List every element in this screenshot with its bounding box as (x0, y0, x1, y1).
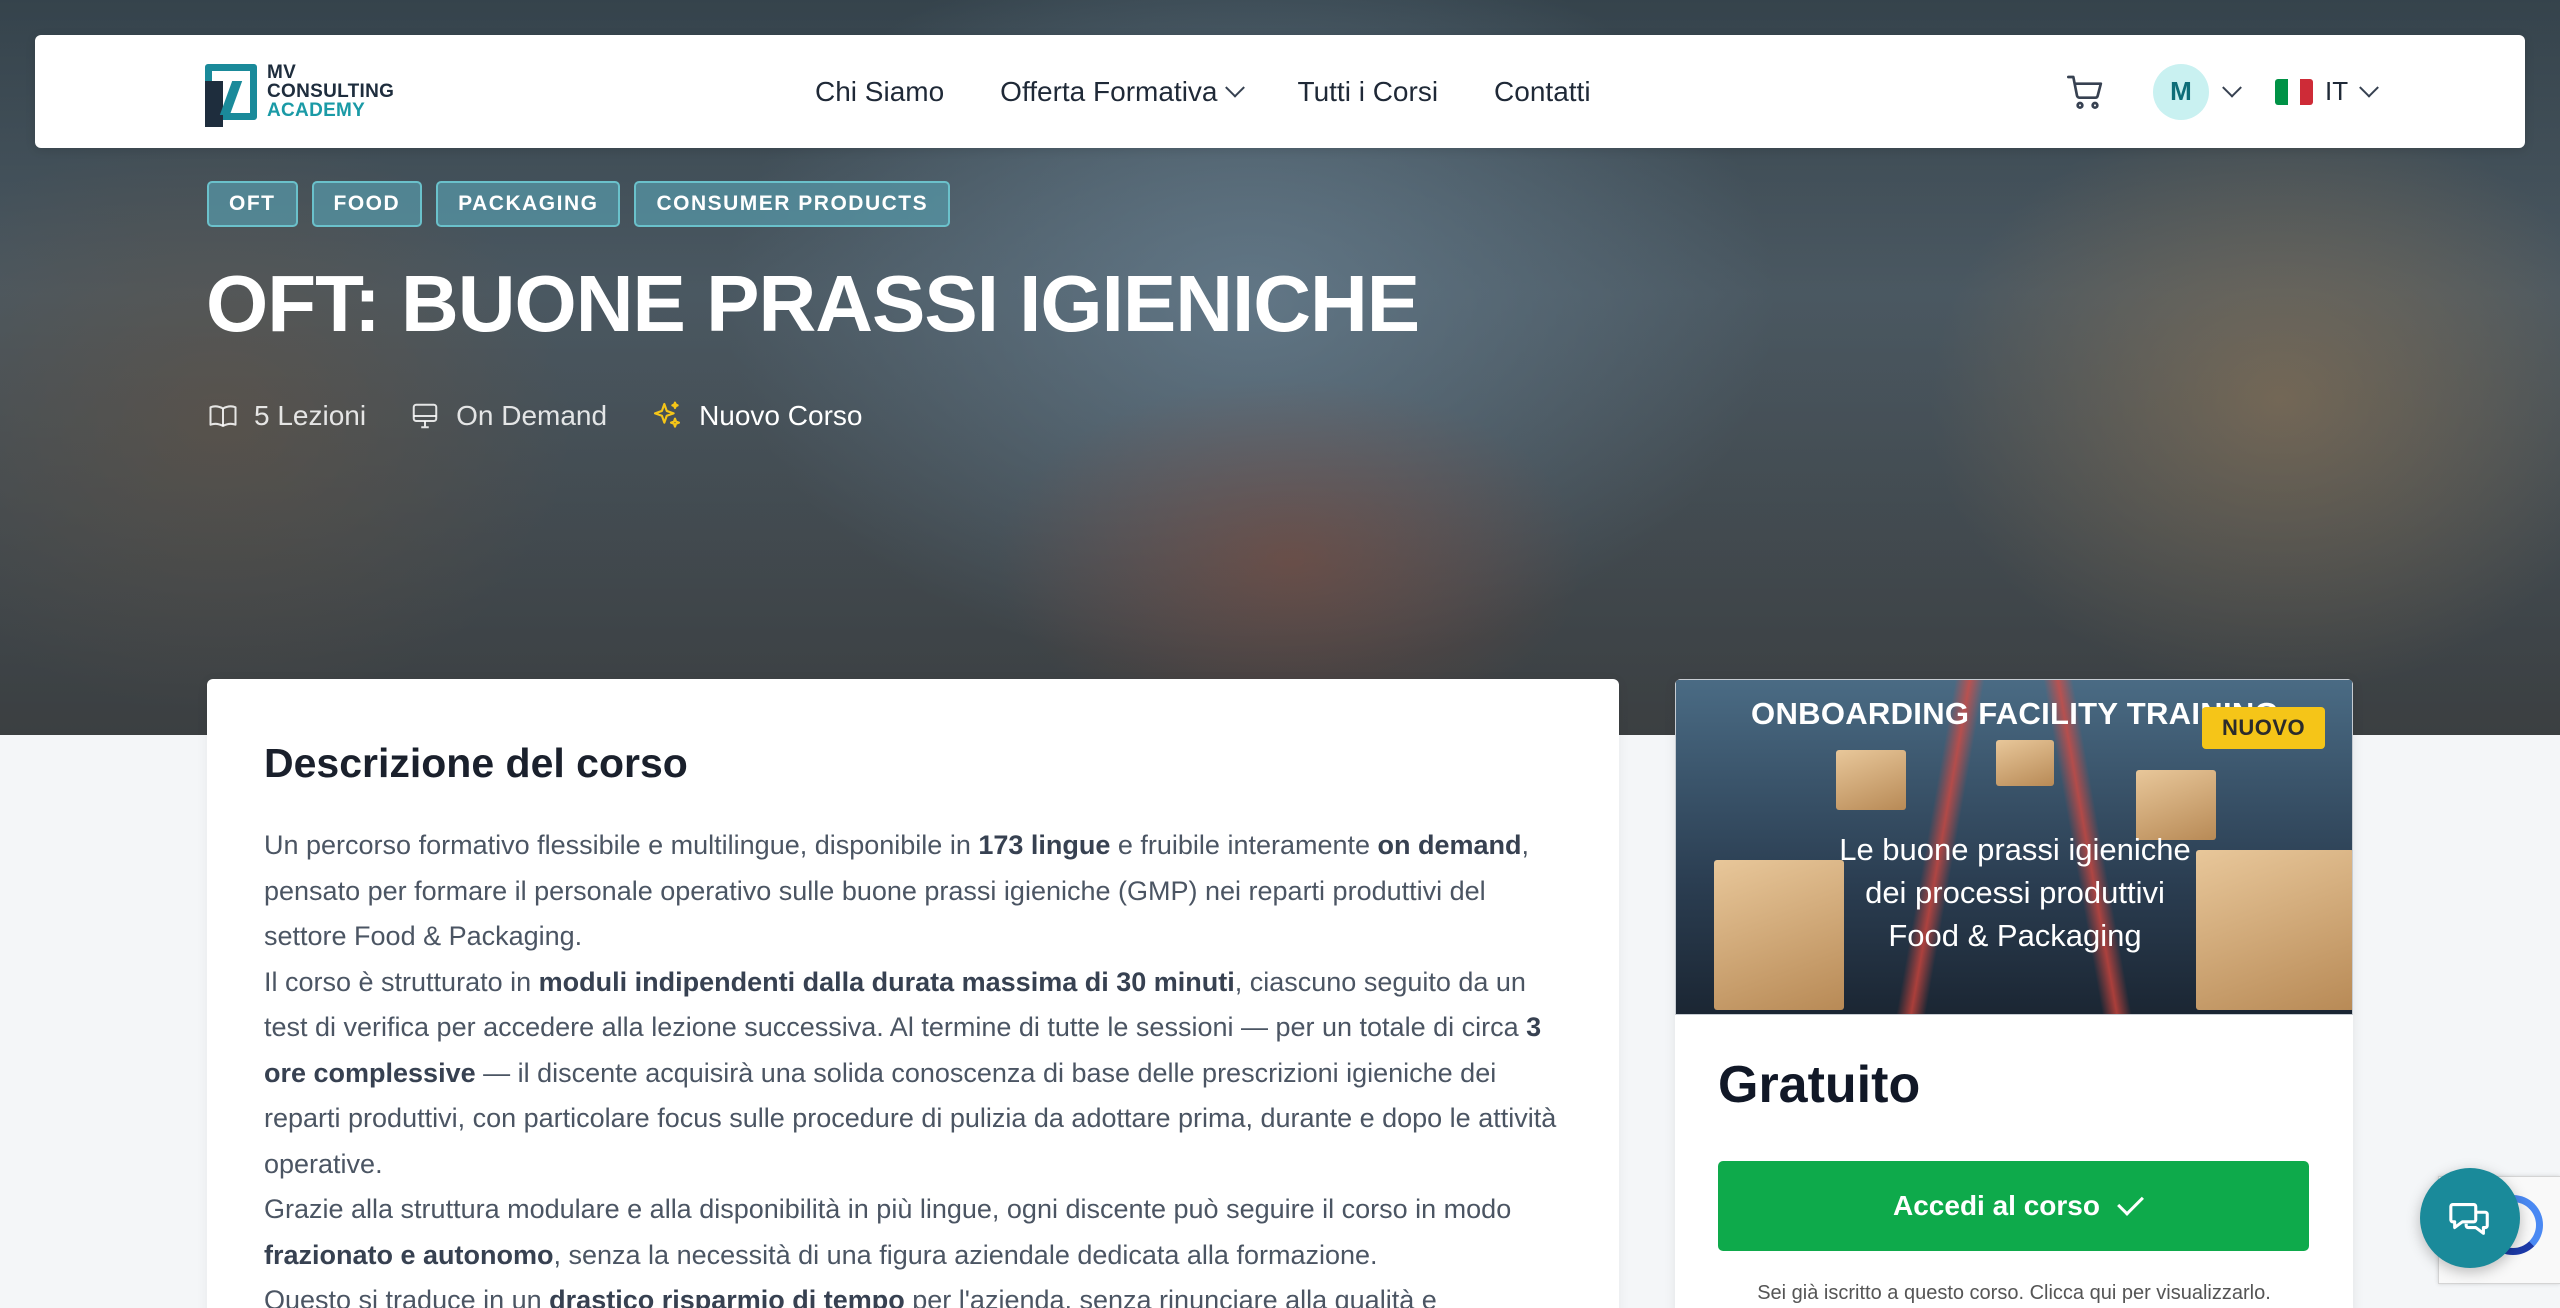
meta-lessons-label: 5 Lezioni (254, 400, 367, 431)
course-price: Gratuito (1718, 1056, 1921, 1114)
course-purchase-card: ONBOARDING FACILITY TRAINING Le buone pr… (1675, 679, 2353, 1308)
new-badge: NUOVO (2202, 707, 2326, 749)
meta-status: Nuovo Corso (651, 400, 862, 432)
description-paragraph: Un percorso formativo flessibile e multi… (264, 830, 1530, 951)
nav-link-offerta-formativa[interactable]: Offerta Formativa (1000, 75, 1245, 108)
thumbnail-box-image (1836, 750, 1906, 810)
emphasis-text: drastico risparmio di tempo (549, 1285, 905, 1308)
meta-status-label: Nuovo Corso (699, 400, 863, 431)
meta-mode-label: On Demand (456, 400, 608, 431)
tag-oft[interactable]: OFT (207, 181, 298, 227)
course-description-card: Descrizione del corso Un percorso format… (207, 679, 1619, 1308)
course-title: OFT: BUONE PRASSI IGIENICHE (206, 259, 1420, 348)
thumbnail-subtitle-line: Food & Packaging (1888, 918, 2142, 953)
cart-icon[interactable] (2065, 72, 2105, 112)
nav-link-chi-siamo[interactable]: Chi Siamo (815, 76, 944, 108)
language-chevron-down-icon[interactable] (2359, 77, 2380, 98)
book-icon (209, 405, 237, 427)
description-paragraph: Il corso è strutturato in moduli indipen… (264, 966, 1557, 1179)
course-tags: OFT FOOD PACKAGING CONSUMER PRODUCTS (207, 181, 951, 227)
nav-link-contatti[interactable]: Contatti (1494, 76, 1591, 108)
brand-logo[interactable]: MV CONSULTING ACADEMY (205, 63, 394, 127)
emphasis-text: on demand (1377, 830, 1522, 860)
logo-line-1: MV (267, 62, 297, 83)
nav-link-label: Chi Siamo (815, 75, 945, 107)
nav-link-label: Contatti (1494, 75, 1591, 107)
description-paragraph: Questo si traduce in un drastico risparm… (264, 1278, 1562, 1308)
chat-bubbles-icon (2449, 1203, 2489, 1235)
thumbnail-subtitle-line: dei processi produttivi (1865, 875, 2165, 910)
enrolled-note-link[interactable]: Sei già iscritto a questo corso. Clicca … (1675, 1282, 2353, 1305)
emphasis-text: frazionato e autonomo (264, 1239, 554, 1270)
sparkles-icon (653, 401, 681, 428)
nav-link-label: Tutti i Corsi (1297, 75, 1439, 107)
nav-actions: M IT (2065, 35, 2380, 148)
italy-flag-icon[interactable] (2275, 78, 2313, 105)
top-navbar: MV CONSULTING ACADEMY Chi Siamo Offerta … (35, 35, 2525, 148)
tag-consumer-products[interactable]: CONSUMER PRODUCTS (634, 181, 951, 227)
monitor-icon (412, 403, 438, 429)
chat-button[interactable] (2420, 1168, 2520, 1268)
logo-wordmark: MV CONSULTING ACADEMY (267, 63, 394, 120)
logo-line-3: ACADEMY (267, 100, 366, 121)
nav-link-tutti-i-corsi[interactable]: Tutti i Corsi (1298, 76, 1439, 108)
thumbnail-subtitle-line: Le buone prassi igieniche (1839, 832, 2191, 867)
chevron-down-icon (1224, 77, 1245, 98)
emphasis-text: moduli indipendenti dalla durata massima… (538, 966, 1235, 997)
user-menu-chevron-down-icon[interactable] (2222, 77, 2242, 98)
meta-lessons: 5 Lezioni (208, 400, 366, 432)
tag-packaging[interactable]: PACKAGING (436, 181, 621, 227)
description-paragraph: Grazie alla struttura modulare e alla di… (264, 1194, 1512, 1270)
check-icon (2117, 1189, 2144, 1216)
nav-link-label: Offerta Formativa (1000, 75, 1218, 107)
thumbnail-box-image (1996, 740, 2054, 786)
logo-mark-icon (205, 63, 257, 127)
meta-mode: On Demand (410, 400, 607, 432)
access-course-label: Accedi al corso (1893, 1190, 2100, 1221)
course-thumbnail[interactable]: ONBOARDING FACILITY TRAINING Le buone pr… (1675, 679, 2353, 1015)
course-meta: 5 Lezioni On Demand Nuovo Corso (208, 400, 862, 432)
user-avatar[interactable]: M (2153, 63, 2209, 120)
description-title: Descrizione del corso (264, 740, 688, 786)
emphasis-text: 3 ore complessive (264, 1012, 1542, 1088)
thumbnail-subtitle: Le buone prassi igieniche dei processi p… (1676, 828, 2352, 957)
language-label[interactable]: IT (2325, 76, 2348, 107)
tag-food[interactable]: FOOD (311, 181, 423, 227)
main-nav: Chi Siamo Offerta Formativa Tutti i Cors… (815, 35, 1591, 148)
access-course-button[interactable]: Accedi al corso (1718, 1161, 2309, 1251)
logo-line-2: CONSULTING (267, 81, 395, 102)
emphasis-text: 173 lingue (978, 830, 1111, 860)
description-body: Un percorso formativo flessibile e multi… (264, 823, 1562, 1308)
